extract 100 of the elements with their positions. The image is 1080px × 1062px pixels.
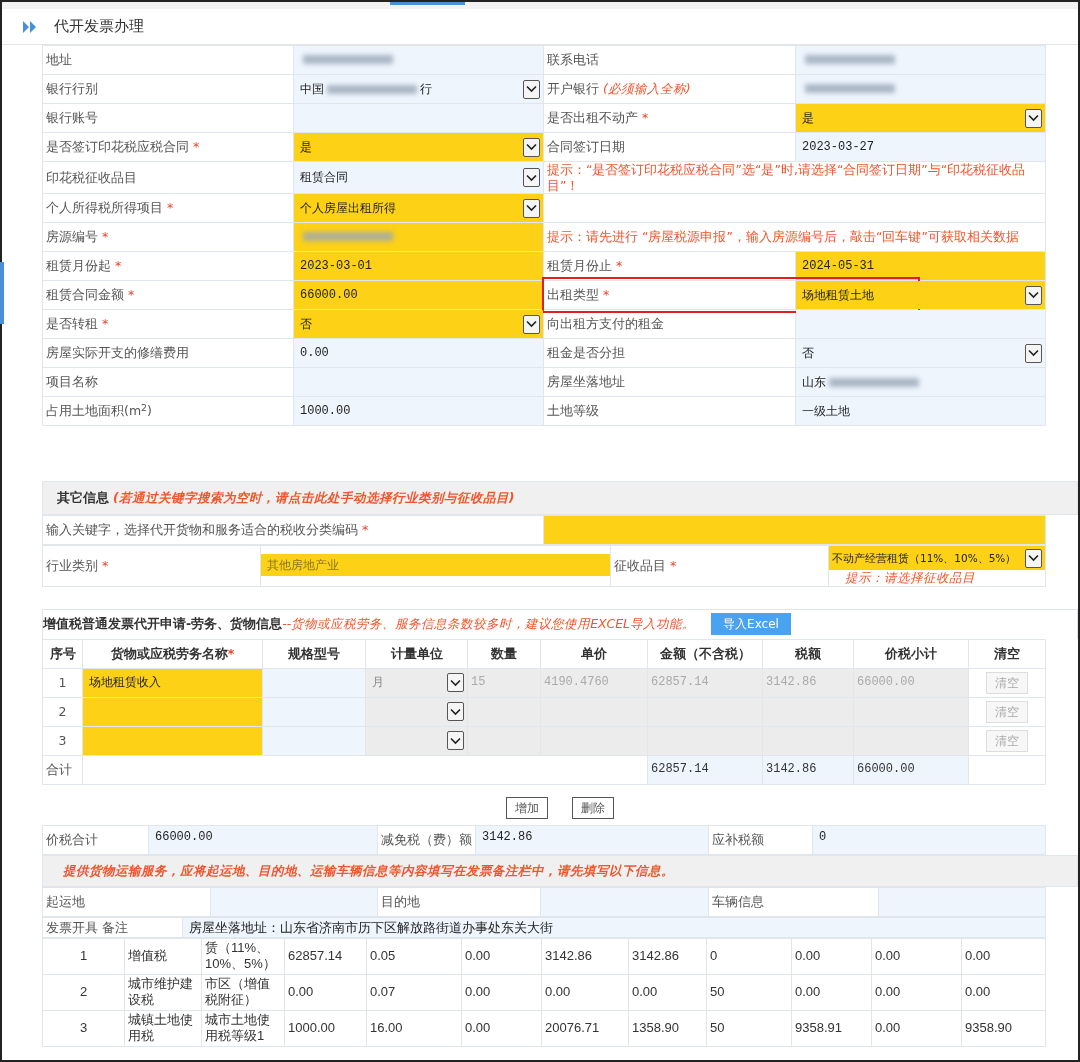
chevron-down-icon[interactable] <box>1025 343 1042 363</box>
field-label: 征收品目 * <box>614 558 677 574</box>
field-label: 租赁月份起 * <box>46 258 122 274</box>
field-label: 地址 <box>46 52 72 68</box>
chevron-down-icon[interactable] <box>447 673 464 693</box>
select-field[interactable]: 不动产经营租赁（11%、10%、5%） <box>829 546 1045 571</box>
column-header: 序号 <box>42 639 83 669</box>
field-label: 向出租方支付的租金 <box>547 316 664 332</box>
select-field[interactable]: 是 <box>796 104 1045 132</box>
chevron-down-icon[interactable] <box>523 79 540 99</box>
section-title: 其它信息 <box>57 488 109 507</box>
input-field[interactable]: 房屋坐落地址：山东省济南市历下区解放路街道办事处东关大街 <box>183 917 1045 937</box>
input-field[interactable]: 1000.00 <box>294 397 543 426</box>
input-field[interactable] <box>294 223 543 252</box>
chevron-down-icon[interactable] <box>523 314 540 334</box>
input-field[interactable]: 66000.00 <box>294 281 543 310</box>
column-header: 清空 <box>968 639 1046 669</box>
column-header: 规格型号 <box>262 639 366 669</box>
table-cell: 16.00 <box>370 1020 403 1036</box>
table-cell: 9358.90 <box>965 1020 1012 1036</box>
select-field[interactable]: 中国 行 <box>294 75 543 103</box>
select-field[interactable]: 否 <box>796 339 1045 368</box>
field-label: 车辆信息 <box>712 894 764 910</box>
chevron-down-icon[interactable] <box>447 702 464 722</box>
field-label: 银行账号 <box>46 110 98 126</box>
chevron-down-icon[interactable] <box>1025 285 1042 305</box>
field-label: 减免税（费）额 <box>381 832 472 848</box>
field-label: 占用土地面积(m$^{2}$) <box>46 403 152 419</box>
select-field[interactable]: 租赁合同 <box>294 162 543 194</box>
hint-text: 提示：请选择征收品目 <box>844 570 976 586</box>
field-label: 开户银行 <box>547 81 599 97</box>
input-field[interactable]: 2023-03-27 <box>796 133 1045 161</box>
column-header: 数量 <box>467 639 541 669</box>
chevron-down-icon[interactable] <box>523 198 540 218</box>
input-field[interactable]: 0.00 <box>294 339 543 368</box>
input-field[interactable] <box>294 104 543 132</box>
chevron-down-icon[interactable] <box>523 137 540 157</box>
table-cell: 1000.00 <box>288 1020 335 1036</box>
table-cell: 62857.14 <box>647 755 763 785</box>
select-field[interactable]: 场地租赁土地 <box>796 281 1045 310</box>
input-field[interactable]: 一级土地 <box>796 397 1045 426</box>
input-field[interactable] <box>796 46 1045 74</box>
field-label: 是否签订印花税应税合同 * <box>46 139 200 155</box>
input-field[interactable] <box>83 726 262 755</box>
table-cell: 市区（增值税附征） <box>205 976 270 1008</box>
input-field[interactable]: 其他房地产业 <box>261 554 610 577</box>
input-field[interactable]: 2024-05-31 <box>796 252 1045 281</box>
field-label: 租赁合同金额 * <box>46 287 135 303</box>
chevron-down-icon[interactable] <box>1025 108 1042 128</box>
field-label: 租赁月份止 * <box>547 258 623 274</box>
table-cell: 0.00 <box>965 948 991 964</box>
select-field[interactable]: 否 <box>294 310 543 339</box>
input-field[interactable]: 山东 <box>796 368 1045 397</box>
field-label: 房源编号 * <box>46 229 109 245</box>
input-field[interactable] <box>211 887 377 916</box>
input-field[interactable]: 场地租赁收入 <box>83 668 262 697</box>
input-field[interactable] <box>544 516 1045 545</box>
input-field[interactable] <box>83 697 262 726</box>
field-label: 房屋实际开支的修缮费用 <box>46 345 189 361</box>
input-field[interactable]: 66000.00 <box>149 825 377 854</box>
field-label: 输入关键字，选择代开货物和服务适合的税收分类编码 * <box>46 522 369 538</box>
input-field[interactable] <box>263 668 365 697</box>
field-label: 是否转租 * <box>46 316 109 332</box>
input-field[interactable] <box>541 887 708 916</box>
chevron-down-icon[interactable] <box>447 731 464 751</box>
table-cell: 城市维护建设税 <box>128 976 193 1008</box>
input-field[interactable] <box>879 887 1045 916</box>
column-header: 税额 <box>762 639 854 669</box>
input-field[interactable]: 0 <box>813 825 1045 854</box>
input-field[interactable]: 2023-03-01 <box>294 252 543 281</box>
input-field[interactable] <box>263 697 365 726</box>
input-field[interactable]: 3142.86 <box>476 825 708 854</box>
table-cell: 3142.86 <box>762 755 854 785</box>
table-cell: 0 <box>710 948 718 964</box>
table-cell: 0.05 <box>370 948 396 964</box>
input-field[interactable] <box>796 310 1045 339</box>
input-field[interactable] <box>294 368 543 397</box>
field-label: 租金是否分担 <box>547 345 625 361</box>
field-label: 印花税征收品目 <box>46 169 137 185</box>
table-cell: 0.00 <box>875 948 901 964</box>
table-cell: 9358.91 <box>795 1020 842 1036</box>
select-field[interactable]: 个人房屋出租所得 <box>294 194 543 223</box>
table-cell: 50 <box>710 984 725 1000</box>
table-cell: 3142.86 <box>762 668 854 698</box>
chevron-down-icon[interactable] <box>1025 548 1042 568</box>
input-field[interactable] <box>796 75 1045 103</box>
scroll-indicator <box>0 262 4 324</box>
table-cell: 66000.00 <box>853 755 969 785</box>
row-number: 2 <box>58 704 67 720</box>
table-cell: 增值税 <box>128 948 167 964</box>
table-cell: 1 <box>79 948 88 964</box>
field-label: 发票开具 备注 <box>46 919 128 935</box>
hint-text: 提示：请先进行 “房屋税源申报”，输入房源编号后，敲击“回车键”可获取相关数据 <box>547 229 1019 245</box>
field-label: 出租类型 * <box>547 287 610 303</box>
field-label: 行业类别 * <box>46 558 109 574</box>
select-field[interactable]: 是 <box>294 133 543 161</box>
field-label: 起运地 <box>46 894 85 910</box>
input-field[interactable] <box>263 726 365 755</box>
input-field[interactable] <box>294 46 543 74</box>
chevron-down-icon[interactable] <box>523 168 540 188</box>
